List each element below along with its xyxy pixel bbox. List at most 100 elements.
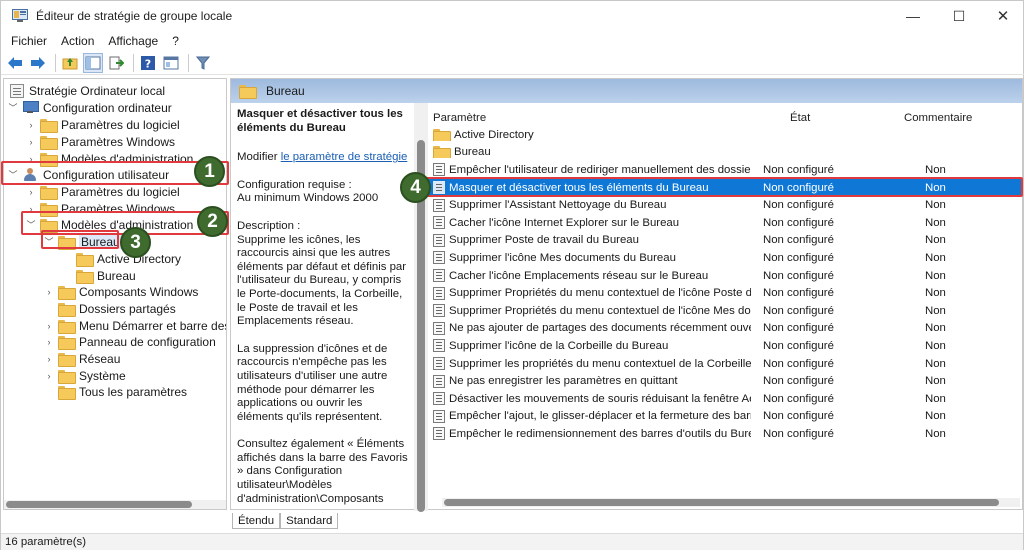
table-row[interactable]: Empêcher le redimensionnement des barres… [428, 425, 1022, 443]
modify-line: Modifier le paramètre de stratégie [237, 151, 408, 164]
chevron-right-icon[interactable]: › [26, 120, 36, 130]
policy-name: Supprimer les propriétés du menu context… [449, 357, 751, 370]
highlight-selected-policy [425, 177, 1023, 197]
policy-setting-icon [433, 286, 445, 300]
menu-action[interactable]: Action [54, 34, 101, 48]
policy-state: Non configuré [763, 375, 834, 388]
show-tree-icon[interactable] [83, 52, 103, 73]
policy-setting-icon [433, 339, 445, 353]
chevron-right-icon[interactable]: › [26, 137, 36, 147]
minimize-icon[interactable]: — [890, 1, 936, 31]
properties-icon[interactable] [161, 53, 181, 73]
policy-comment: Non [925, 216, 946, 229]
policy-state: Non configuré [763, 339, 834, 352]
tree-bureau-sub[interactable]: Bureau [76, 267, 136, 284]
chevron-right-icon[interactable]: › [44, 337, 54, 347]
policy-state: Non configuré [763, 357, 834, 370]
maximize-icon[interactable]: ☐ [936, 1, 982, 31]
navigation-tree: Stratégie Ordinateur local ﹀ Configurati… [3, 78, 227, 510]
menu-fichier[interactable]: Fichier [1, 34, 54, 48]
table-row[interactable]: Supprimer les propriétés du menu context… [428, 355, 1022, 373]
policy-name: Empêcher l'ajout, le glisser-déplacer et… [449, 410, 751, 423]
export-list-icon[interactable] [106, 53, 126, 73]
chevron-right-icon[interactable]: › [44, 321, 54, 331]
policy-name: Supprimer Poste de travail du Bureau [449, 234, 639, 247]
filter-icon[interactable] [193, 53, 213, 73]
tree-computer-config[interactable]: ﹀ Configuration ordinateur [8, 99, 171, 116]
close-icon[interactable]: ✕ [980, 1, 1024, 31]
menu-affichage[interactable]: Affichage [101, 34, 165, 48]
tab-extended[interactable]: Étendu [232, 513, 281, 529]
description-scrollbar[interactable] [414, 103, 428, 512]
tree-start-menu[interactable]: › Menu Démarrer et barre des tâ [44, 317, 226, 334]
policy-state: Non configuré [763, 199, 834, 212]
up-folder-icon[interactable] [60, 53, 80, 73]
tree-components[interactable]: › Composants Windows [44, 283, 198, 300]
table-row[interactable]: Cacher l'icône Emplacements réseau sur l… [428, 267, 1022, 285]
folder-icon [239, 85, 257, 99]
policy-name: Empêcher le redimensionnement des barres… [449, 427, 751, 440]
tab-standard[interactable]: Standard [280, 513, 339, 529]
chevron-right-icon[interactable]: › [44, 371, 54, 381]
policy-name: Supprimer l'icône de la Corbeille du Bur… [449, 339, 669, 352]
table-row[interactable]: Empêcher l'ajout, le glisser-déplacer et… [428, 408, 1022, 426]
toolbar: ? [1, 51, 1024, 75]
tree-horizontal-scrollbar[interactable] [4, 500, 226, 509]
policy-comment: Non [925, 322, 946, 335]
policy-comment: Non [925, 199, 946, 212]
table-row[interactable]: Supprimer l'Assistant Nettoyage du Burea… [428, 196, 1022, 214]
tree-u-software[interactable]: › Paramètres du logiciel [26, 183, 180, 200]
tree-all-settings[interactable]: Tous les paramètres [44, 383, 187, 400]
forward-arrow-icon[interactable] [28, 53, 48, 73]
table-row[interactable]: Supprimer Propriétés du menu contextuel … [428, 284, 1022, 302]
chevron-right-icon[interactable]: › [44, 287, 54, 297]
menu-help[interactable]: ? [165, 34, 186, 48]
table-row[interactable]: Supprimer l'icône de la Corbeille du Bur… [428, 337, 1022, 355]
list-horizontal-scrollbar[interactable] [442, 498, 1020, 507]
tree-root[interactable]: Stratégie Ordinateur local [10, 82, 165, 99]
table-row[interactable]: Désactiver les mouvements de souris rédu… [428, 390, 1022, 408]
tree-control-panel[interactable]: › Panneau de configuration [44, 333, 216, 350]
tree-c-windows[interactable]: › Paramètres Windows [26, 133, 175, 150]
scrollbar-thumb[interactable] [6, 501, 192, 508]
table-row[interactable]: Supprimer Poste de travail du Bureau Non … [428, 232, 1022, 250]
policy-comment: Non [925, 234, 946, 247]
tree-c-software[interactable]: › Paramètres du logiciel [26, 116, 180, 133]
table-row[interactable]: Supprimer Propriétés du menu contextuel … [428, 302, 1022, 320]
policy-comment: Non [925, 410, 946, 423]
table-row[interactable]: Ne pas ajouter de partages des documents… [428, 320, 1022, 338]
tree-system[interactable]: › Système [44, 367, 126, 384]
folder-icon [40, 118, 58, 133]
scrollbar-thumb[interactable] [444, 499, 999, 506]
folder-icon [58, 319, 76, 334]
back-arrow-icon[interactable] [5, 53, 25, 73]
chevron-down-icon[interactable]: ﹀ [8, 101, 18, 114]
list-folder-active-directory[interactable]: Active Directory [428, 126, 1022, 144]
table-row[interactable]: Supprimer l'icône Mes documents du Burea… [428, 249, 1022, 267]
policy-state: Non configuré [763, 427, 834, 440]
settings-list: Paramètre État Commentaire Active Direct… [428, 103, 1022, 495]
folder-icon [58, 352, 76, 367]
policy-setting-icon [433, 392, 445, 406]
tree-network[interactable]: › Réseau [44, 350, 120, 367]
policy-state: Non configuré [763, 234, 834, 247]
tree-shared-folders[interactable]: Dossiers partagés [44, 300, 176, 317]
chevron-right-icon[interactable]: › [26, 187, 36, 197]
policy-setting-icon [433, 409, 445, 423]
edit-policy-link[interactable]: le paramètre de stratégie [281, 151, 408, 163]
chevron-right-icon[interactable]: › [44, 354, 54, 364]
description-panel: Masquer et désactiver tous les éléments … [231, 103, 414, 511]
policy-setting-icon [433, 427, 445, 441]
table-row[interactable]: Cacher l'icône Internet Explorer sur le … [428, 214, 1022, 232]
folder-icon [433, 128, 451, 141]
gpedit-window: Éditeur de stratégie de groupe locale — … [0, 0, 1024, 550]
description-title: Masquer et désactiver tous les éléments … [237, 108, 403, 134]
list-folder-bureau[interactable]: Bureau [428, 144, 1022, 162]
policy-setting-icon [433, 233, 445, 247]
help-icon[interactable]: ? [138, 53, 158, 73]
description-text: Description : Supprime les icônes, les ra… [237, 219, 407, 328]
policy-setting-icon [433, 251, 445, 265]
table-row[interactable]: Ne pas enregistrer les paramètres en qui… [428, 372, 1022, 390]
policy-setting-icon [433, 269, 445, 283]
folder-icon [58, 369, 76, 384]
